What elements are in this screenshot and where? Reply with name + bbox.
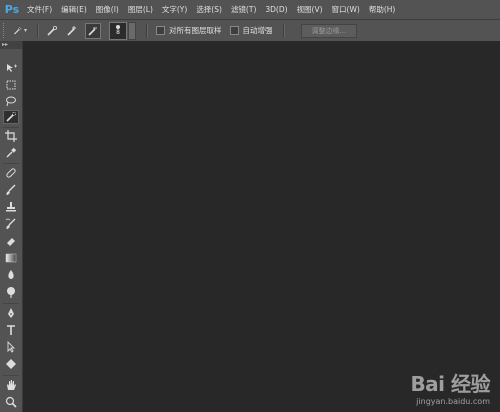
chevron-down-icon: ▾: [23, 27, 27, 34]
eyedropper-tool-icon[interactable]: [3, 146, 19, 160]
brush-size-dropdown[interactable]: [128, 21, 136, 40]
new-selection-icon: [47, 25, 58, 36]
brush-tool-icon[interactable]: [3, 183, 19, 197]
toolbox-divider: [3, 163, 19, 164]
subtract-from-selection-icon: [88, 27, 97, 36]
divider: [146, 23, 148, 38]
watermark-logo: Bai 经验: [410, 372, 490, 396]
photoshop-logo: Ps: [4, 3, 20, 16]
divider: [282, 23, 285, 38]
document-canvas-area[interactable]: Bai 经验 jingyan.baidu.com: [23, 41, 500, 412]
move-tool-icon[interactable]: [3, 61, 19, 75]
blur-tool-icon[interactable]: [3, 268, 19, 282]
zoom-tool-icon[interactable]: [3, 395, 19, 409]
toolbox-collapse-toggle[interactable]: ▸▸: [0, 41, 22, 49]
sample-all-layers-label: 对所有图层取样: [169, 26, 222, 35]
auto-enhance-label: 自动增强: [242, 26, 273, 35]
add-to-selection-button[interactable]: [65, 24, 79, 38]
toolbox-divider: [3, 375, 19, 376]
options-bar-grip[interactable]: [3, 23, 7, 38]
quick-selection-icon: [14, 26, 22, 34]
menu-window[interactable]: 窗口(W): [332, 4, 360, 15]
options-bar: ▾ 8 对所有图层取样 自动增强 调整边缘...: [0, 19, 500, 42]
dodge-tool-icon[interactable]: [3, 285, 19, 299]
crop-tool-icon[interactable]: [3, 129, 19, 143]
pen-tool-icon[interactable]: [3, 306, 19, 320]
menu-3d[interactable]: 3D(D): [265, 5, 287, 14]
clone-stamp-tool-icon[interactable]: [3, 200, 19, 214]
menu-file[interactable]: 文件(F): [27, 4, 52, 15]
menu-select[interactable]: 选择(S): [196, 4, 222, 15]
quick-selection-tool-icon[interactable]: [3, 110, 19, 124]
menu-filter[interactable]: 滤镜(T): [231, 4, 256, 15]
gradient-tool-icon[interactable]: [3, 251, 19, 265]
sample-all-layers-checkbox[interactable]: [156, 26, 165, 35]
watermark-url: jingyan.baidu.com: [416, 397, 490, 406]
marquee-tool-icon[interactable]: [3, 78, 19, 92]
refine-edge-button[interactable]: 调整边缘...: [300, 23, 358, 38]
brush-size-value: 8: [116, 29, 120, 36]
auto-enhance-checkbox[interactable]: [229, 26, 239, 35]
menu-edit[interactable]: 编辑(E): [61, 4, 87, 15]
menu-help[interactable]: 帮助(H): [369, 4, 396, 15]
menu-image[interactable]: 图像(I): [96, 4, 119, 15]
menu-layer[interactable]: 图层(L): [128, 4, 153, 15]
path-selection-tool-icon[interactable]: [3, 340, 19, 354]
divider: [37, 23, 39, 38]
menu-view[interactable]: 视图(V): [297, 4, 323, 15]
subtract-from-selection-button[interactable]: [85, 22, 101, 39]
baidu-jingyan-watermark: Bai 经验 jingyan.baidu.com: [410, 368, 490, 406]
eraser-tool-icon[interactable]: [3, 234, 19, 248]
shape-tool-icon[interactable]: [3, 357, 19, 371]
healing-brush-tool-icon[interactable]: [3, 166, 19, 180]
menu-type[interactable]: 文字(Y): [162, 4, 187, 15]
menu-bar: Ps 文件(F) 编辑(E) 图像(I) 图层(L) 文字(Y) 选择(S) 滤…: [0, 0, 500, 19]
type-tool-icon[interactable]: [3, 323, 19, 337]
toolbox: ▸▸: [0, 41, 23, 412]
hand-tool-icon[interactable]: [3, 378, 19, 392]
brush-size-picker[interactable]: 8: [109, 21, 127, 40]
toolbox-divider: [3, 127, 19, 128]
add-to-selection-icon: [67, 25, 76, 36]
lasso-tool-icon[interactable]: [3, 94, 19, 108]
new-selection-button[interactable]: [45, 24, 59, 38]
tool-preset-picker[interactable]: ▾: [13, 24, 27, 38]
history-brush-tool-icon[interactable]: [3, 217, 19, 231]
toolbox-divider: [3, 303, 19, 304]
